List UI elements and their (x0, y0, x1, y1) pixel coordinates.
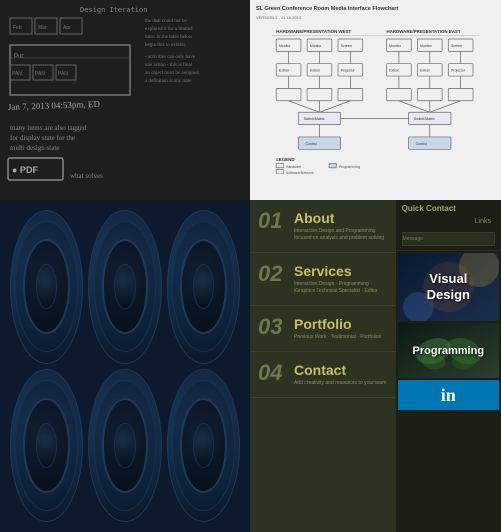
menu-desc-about: Interaction Design and Programming focus… (294, 228, 393, 242)
svg-text:an object must be assigned: an object must be assigned (145, 71, 199, 76)
menu-item-portfolio[interactable]: 03 Portfolio Previous Work · Testimonial… (250, 306, 401, 352)
chalkboard-bg: Design Iteration Feb Mar Apr the deal co… (0, 0, 250, 200)
speakers-cell (0, 200, 250, 532)
menu-number-04: 04 (258, 362, 288, 384)
svg-text:Screen: Screen (451, 44, 462, 48)
svg-text:begin this to exhibit:: begin this to exhibit: (145, 43, 186, 48)
speaker-inner-3 (193, 264, 214, 309)
visual-design-text: VisualDesign (427, 271, 470, 302)
message-input[interactable] (402, 232, 495, 246)
svg-text:Monitor: Monitor (310, 44, 323, 48)
svg-text:Extron: Extron (420, 69, 430, 73)
flowchart-title: SL Green Conference Room Media Interface… (256, 6, 495, 13)
speaker-inner-1 (36, 264, 57, 309)
svg-text:Mar: Mar (38, 25, 47, 31)
svg-text:Apr: Apr (63, 25, 71, 31)
speaker-inner-2 (114, 264, 135, 309)
chalkboard-cell: Design Iteration Feb Mar Apr the deal co… (0, 0, 250, 200)
svg-text:● PDF: ● PDF (12, 165, 38, 175)
speaker-5 (88, 369, 161, 523)
quick-contact-section: Quick Contact Links (396, 200, 501, 251)
linkedin-badge[interactable]: in (398, 380, 499, 410)
svg-text:Switch/Matrix: Switch/Matrix (414, 117, 435, 121)
speaker-4 (10, 369, 83, 523)
menu-text-contact: Contact Add creativity and resources to … (294, 362, 393, 387)
speaker-inner-6 (193, 423, 214, 468)
menu-number-02: 02 (258, 263, 288, 285)
flowchart-cell: SL Green Conference Room Media Interface… (250, 0, 501, 200)
svg-text:for display state for the: for display state for the (10, 134, 75, 142)
menu-item-about[interactable]: 01 About Interaction Design and Programm… (250, 200, 401, 253)
svg-text:multi design state: multi design state (10, 144, 59, 152)
svg-text:Monitor: Monitor (420, 44, 433, 48)
svg-text:Control: Control (416, 142, 428, 146)
svg-text:the deal could not be: the deal could not be (145, 19, 187, 24)
svg-text:HARDWARE/PRESENTATION WEST: HARDWARE/PRESENTATION WEST (276, 29, 351, 34)
svg-text:Feb: Feb (13, 25, 22, 31)
menu-title-contact: Contact (294, 362, 393, 378)
website-nav-cell: 01 About Interaction Design and Programm… (250, 200, 501, 532)
speakers-grid (0, 200, 250, 532)
svg-text:many items are also tagged: many items are also tagged (10, 124, 87, 132)
svg-text:Hardware: Hardware (286, 165, 301, 169)
svg-text:Extron: Extron (279, 69, 289, 73)
speaker-3 (167, 210, 240, 364)
svg-text:Put:: Put: (14, 54, 25, 60)
svg-text:Switch/Matrix: Switch/Matrix (304, 117, 325, 121)
menu-number-01: 01 (258, 210, 288, 232)
svg-text:a definition at any time: a definition at any time (145, 79, 192, 84)
menu-number-03: 03 (258, 316, 288, 338)
main-grid: Design Iteration Feb Mar Apr the deal co… (0, 0, 501, 532)
menu-desc-portfolio: Previous Work · Testimonial · Portfolios (294, 334, 393, 341)
svg-text:PAN: PAN (12, 71, 22, 77)
svg-text:Projector: Projector (451, 69, 466, 73)
svg-text:Monitor: Monitor (279, 44, 292, 48)
flowchart-svg: HARDWARE/PRESENTATION WEST HARDWARE/PRES… (256, 24, 495, 174)
quick-contact-title: Quick Contact (402, 204, 495, 213)
svg-text:one action - this is final: one action - this is final (145, 63, 193, 68)
menu-text-about: About Interaction Design and Programming… (294, 210, 393, 242)
svg-text:Extron: Extron (310, 69, 320, 73)
svg-text:what solves: what solves (70, 172, 103, 180)
menu-text-services: Services Interaction Design · Programmin… (294, 263, 393, 295)
svg-text:HARDWARE/PRESENTATION EAST: HARDWARE/PRESENTATION EAST (387, 29, 461, 34)
svg-text:Control: Control (305, 142, 317, 146)
svg-text:time. In the table below: time. In the table below (145, 35, 193, 40)
visual-design-card[interactable]: VisualDesign (398, 253, 499, 321)
speaker-1 (10, 210, 83, 364)
menu-item-contact[interactable]: 04 Contact Add creativity and resources … (250, 352, 401, 398)
menu-title-portfolio: Portfolio (294, 316, 393, 332)
speaker-inner-4 (36, 423, 57, 468)
chalkboard-sketch: Design Iteration Feb Mar Apr the deal co… (0, 0, 250, 200)
svg-text:Monitor: Monitor (389, 44, 402, 48)
speaker-inner-5 (114, 423, 135, 468)
sidebar-right: Quick Contact Links (396, 200, 501, 532)
svg-text:explored it for a limited: explored it for a limited (145, 27, 193, 32)
svg-text:- activities can only have: - activities can only have (145, 55, 196, 60)
svg-text:Software/Network: Software/Network (286, 171, 314, 174)
svg-text:Design Iteration: Design Iteration (80, 6, 147, 14)
menu-item-services[interactable]: 02 Services Interaction Design · Program… (250, 253, 401, 306)
menu-title-about: About (294, 210, 393, 226)
menu-text-portfolio: Portfolio Previous Work · Testimonial · … (294, 316, 393, 341)
svg-text:Screen: Screen (341, 44, 352, 48)
speaker-6 (167, 369, 240, 523)
menu-list: 01 About Interaction Design and Programm… (250, 200, 401, 532)
speaker-2 (88, 210, 161, 364)
svg-text:Programming: Programming (339, 165, 360, 169)
svg-text:Projector: Projector (341, 69, 356, 73)
linkedin-icon: in (441, 385, 456, 406)
menu-desc-services: Interaction Design · Programming · iGrap… (294, 281, 393, 295)
svg-text:LEGEND: LEGEND (276, 157, 294, 162)
links-label: Links (402, 216, 495, 227)
menu-title-services: Services (294, 263, 393, 279)
programming-text: Programming (413, 345, 485, 357)
menu-desc-contact: Add creativity and resources to your tea… (294, 380, 393, 387)
flowchart-subtitle: VERSION 1 - 01.16.2013 (256, 15, 495, 20)
svg-text:PAN: PAN (58, 71, 68, 77)
svg-text:PAN: PAN (35, 71, 45, 77)
programming-card[interactable]: Programming (398, 323, 499, 378)
svg-text:Extron: Extron (389, 69, 399, 73)
